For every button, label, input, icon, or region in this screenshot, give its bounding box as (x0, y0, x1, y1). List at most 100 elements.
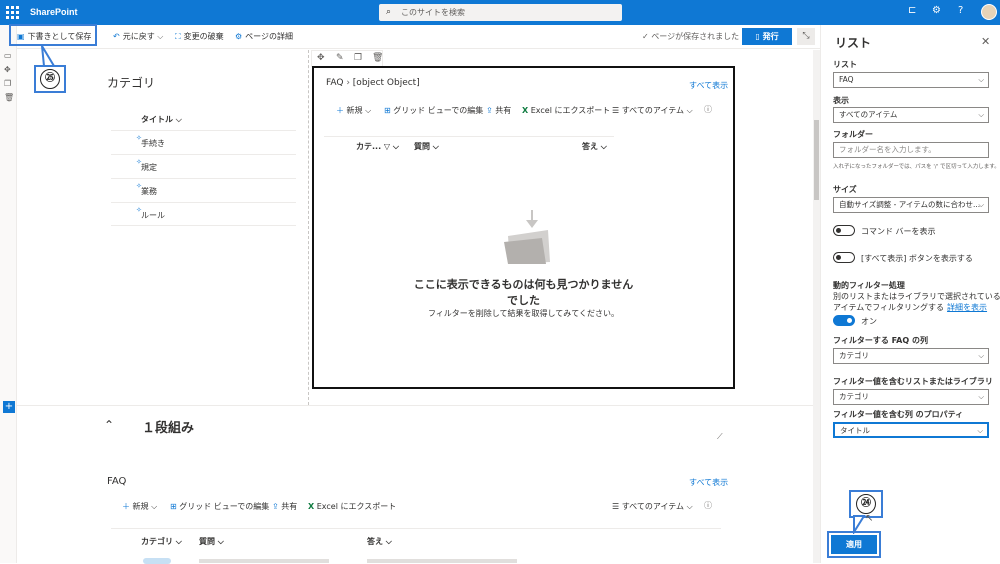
column-header-category[interactable]: カテゴリ ⌵ (141, 536, 182, 547)
left-toolbox: ▭ ✥ ❐ 🗑 (0, 25, 17, 563)
filter-column-label: フィルターする FAQ の列 (833, 336, 928, 345)
gear-icon[interactable]: ⚙ (932, 5, 941, 16)
category-pill (143, 558, 171, 564)
chevron-down-icon: ⌵ (978, 110, 984, 119)
see-all-link-bottom[interactable]: すべて表示 (689, 477, 728, 488)
property-pane: リスト ✕ リスト FAQ ⌵ 表示 すべてのアイテム ⌵ フォルダー フォルダー名… (820, 25, 1000, 563)
category-column-header[interactable]: タイトル ⌵ (141, 114, 182, 125)
brand-name[interactable]: SharePoint (30, 7, 78, 17)
close-icon[interactable]: ✕ (981, 35, 990, 48)
folder-input[interactable]: フォルダー名を入力します。 (833, 142, 989, 158)
undo-button[interactable]: ↶ 元に戻す ⌵ (113, 31, 163, 42)
export-excel-button-bottom[interactable]: X Excel にエクスポート (308, 501, 396, 512)
edit-icon[interactable]: ✎ (336, 53, 344, 63)
source-prop-label: フィルター値を含む列 のプロパティ (833, 410, 964, 419)
discard-icon: ⛶ (175, 32, 181, 41)
scroll-thumb[interactable] (814, 120, 819, 200)
publish-button[interactable]: ▯ 発行 (742, 28, 792, 45)
folder-hint: 入れ子になったフォルダーでは、パスを '/' で区切って入力します。 (833, 164, 1000, 170)
dynamic-filter-toggle[interactable] (833, 315, 855, 326)
column-header-question[interactable]: 質問 ⌵ (199, 536, 224, 547)
size-label: サイズ (833, 185, 857, 194)
help-icon[interactable]: ? (958, 5, 963, 16)
grid-edit-button[interactable]: ⊞ グリッド ビューでの編集 (384, 105, 483, 116)
view-dropdown[interactable]: すべてのアイテム ⌵ (833, 107, 989, 123)
section-divider (17, 405, 820, 406)
empty-folder-icon (504, 210, 550, 264)
faq-webpart-selected[interactable]: FAQ › [object Object] すべて表示 ＋ 新規 ⌵ ⊞ グリッ… (312, 66, 735, 389)
callout-25: ㉕ (40, 69, 60, 89)
collapse-panel-icon[interactable]: ⤡ (797, 28, 815, 45)
page-scrollbar[interactable] (813, 50, 820, 563)
column-header-answer[interactable]: 答え ⌵ (367, 536, 392, 547)
view-selector-bottom[interactable]: ☰ すべてのアイテム ⌵ (612, 501, 693, 512)
column-header-category[interactable]: カテ... ▽ ⌵ (356, 141, 399, 152)
grid-edit-button-bottom[interactable]: ⊞ グリッド ビューでの編集 (170, 501, 269, 512)
discard-button[interactable]: ⛶ 変更の破棄 (175, 31, 224, 42)
list-item[interactable]: ✧ ルール (111, 202, 296, 226)
source-prop-dropdown[interactable]: タイトル ⌵ (833, 422, 989, 438)
excel-icon: X (522, 106, 529, 115)
move-icon[interactable]: ✥ (4, 65, 11, 74)
column-header-question[interactable]: 質問 ⌵ (414, 141, 439, 152)
command-bar-toggle[interactable] (833, 225, 855, 236)
row-text-placeholder (367, 559, 517, 563)
folder-label: フォルダー (833, 130, 873, 139)
export-excel-button[interactable]: X Excel にエクスポート (522, 105, 610, 116)
list-item[interactable]: ✧ 業務 (111, 178, 296, 202)
delete-icon[interactable]: 🗑 (4, 93, 14, 102)
column-header-answer[interactable]: 答え ⌵ (582, 141, 607, 152)
grid-icon: ⊞ (170, 502, 177, 511)
share-button[interactable]: ⇪ 共有 (486, 105, 511, 116)
info-icon[interactable]: ⓘ (704, 500, 712, 511)
info-icon[interactable]: ⓘ (704, 104, 712, 115)
details-link[interactable]: 詳細を表示 (947, 303, 987, 312)
filter-column-dropdown[interactable]: カテゴリ ⌵ (833, 348, 989, 364)
share-icon: ⇪ (486, 106, 493, 115)
dynamic-filter-desc: 別のリストまたはライブラリで選択されている (833, 292, 1000, 301)
settings-icon: ⚙ (235, 32, 243, 41)
size-dropdown[interactable]: 自動サイズ調整 - アイテムの数に合わせ... ⌵ (833, 197, 989, 213)
list-icon: ☰ (612, 106, 620, 115)
see-all-link[interactable]: すべて表示 (689, 80, 728, 91)
empty-state-title-2: でした (507, 294, 540, 307)
list-item[interactable]: ✧ 手続き (111, 130, 296, 154)
new-button[interactable]: ＋ 新規 ⌵ (336, 105, 371, 116)
share-button-bottom[interactable]: ⇪ 共有 (272, 501, 297, 512)
header-divider (111, 528, 721, 529)
new-button-bottom[interactable]: ＋ 新規 ⌵ (122, 501, 157, 512)
move-icon[interactable]: ✥ (317, 53, 325, 63)
category-title: カテゴリ (107, 76, 156, 90)
header-divider (324, 136, 614, 137)
search-icon: ⌕ (386, 7, 392, 17)
command-bar-toggle-label: コマンド バーを表示 (861, 227, 936, 236)
source-list-dropdown[interactable]: カテゴリ ⌵ (833, 389, 989, 405)
section-icon[interactable]: ▭ (4, 51, 12, 60)
see-all-toggle[interactable] (833, 252, 855, 263)
column-divider (308, 50, 309, 405)
callout-24: ㉔ (856, 494, 876, 514)
list-dropdown[interactable]: FAQ ⌵ (833, 72, 989, 88)
duplicate-icon[interactable]: ❐ (4, 79, 11, 88)
page-details-button[interactable]: ⚙ ページの詳細 (235, 31, 293, 42)
duplicate-icon[interactable]: ❐ (354, 53, 362, 63)
app-launcher-icon[interactable] (6, 6, 19, 19)
apply-button[interactable]: 適用 (831, 535, 877, 554)
resize-handle-icon[interactable]: ⟋ (717, 432, 723, 442)
chevron-down-icon: ⌵ (977, 426, 983, 435)
cursor-icon: ↖ (865, 513, 874, 524)
excel-icon: X (308, 502, 315, 511)
view-selector[interactable]: ☰ すべてのアイテム ⌵ (612, 105, 693, 116)
plus-icon: ＋ (122, 502, 130, 511)
dynamic-filter-label: 動的フィルター処理 (833, 281, 905, 290)
empty-state-title: ここに表示できるものは何も見つかりません (413, 278, 634, 291)
delete-icon[interactable]: 🗑 (372, 53, 383, 63)
avatar[interactable] (981, 4, 997, 20)
search-input[interactable]: ⌕ このサイトを検索 (379, 4, 622, 21)
list-item[interactable]: ✧ 規定 (111, 154, 296, 178)
megaphone-icon[interactable]: ⊏ (908, 5, 916, 16)
chevron-down-icon: ⌵ (978, 351, 984, 360)
list-icon: ☰ (612, 502, 620, 511)
chevron-up-icon[interactable]: ⌃ (104, 418, 114, 432)
add-section-icon[interactable]: + (3, 401, 15, 413)
